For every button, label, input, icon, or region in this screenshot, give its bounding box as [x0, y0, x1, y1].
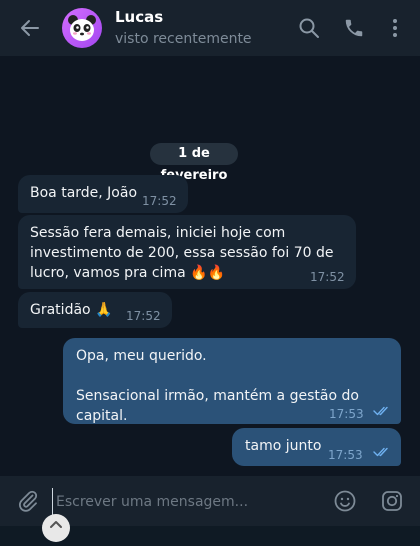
message-text: tamo junto: [245, 438, 322, 454]
contact-status: visto recentemente: [115, 31, 252, 47]
paperclip-icon: [19, 490, 38, 512]
more-options-button[interactable]: [384, 17, 406, 39]
search-icon: [299, 18, 319, 38]
message-bubble-incoming[interactable]: Gratidão 🙏 17:52: [18, 292, 172, 328]
read-receipt-icon: [373, 406, 388, 416]
message-bubble-outgoing[interactable]: Opa, meu querido. Sensacional irmão, man…: [63, 338, 401, 424]
message-time: 17:53: [328, 448, 363, 462]
kebab-menu-icon: [393, 19, 397, 37]
message-text: Boa tarde, João: [30, 185, 138, 201]
message-text: Gratidão 🙏: [30, 302, 113, 318]
message-bubble-incoming[interactable]: Sessão fera demais, iniciei hoje com inv…: [18, 215, 356, 289]
message-bubble-outgoing[interactable]: tamo junto 17:53: [232, 428, 401, 466]
call-button[interactable]: [343, 17, 365, 39]
message-time: 17:52: [310, 270, 345, 284]
message-time: 17:53: [329, 407, 364, 421]
chat-header: Lucas visto recentemente: [0, 0, 420, 56]
smiley-icon: [334, 490, 356, 512]
message-bubble-incoming[interactable]: Boa tarde, João 17:52: [18, 175, 188, 213]
phone-icon: [345, 19, 363, 37]
message-time: 17:52: [142, 194, 177, 208]
chevron-up-icon: [50, 521, 62, 528]
scroll-down-button[interactable]: [42, 514, 70, 542]
search-button[interactable]: [298, 17, 320, 39]
attach-button[interactable]: [16, 489, 40, 513]
read-receipt-icon: [373, 447, 388, 457]
panda-icon: [68, 15, 96, 41]
camera-button[interactable]: [380, 489, 404, 513]
emoji-button[interactable]: [333, 489, 357, 513]
back-button[interactable]: [18, 16, 42, 40]
message-input[interactable]: [52, 488, 328, 516]
message-text: Sessão fera demais, iniciei hoje com inv…: [30, 225, 334, 281]
arrow-left-icon: [21, 20, 39, 36]
message-time: 17:52: [126, 309, 161, 323]
avatar[interactable]: [62, 8, 102, 48]
contact-name[interactable]: Lucas: [115, 8, 163, 26]
date-separator: 1 de fevereiro: [150, 143, 238, 183]
instagram-camera-icon: [382, 491, 402, 511]
